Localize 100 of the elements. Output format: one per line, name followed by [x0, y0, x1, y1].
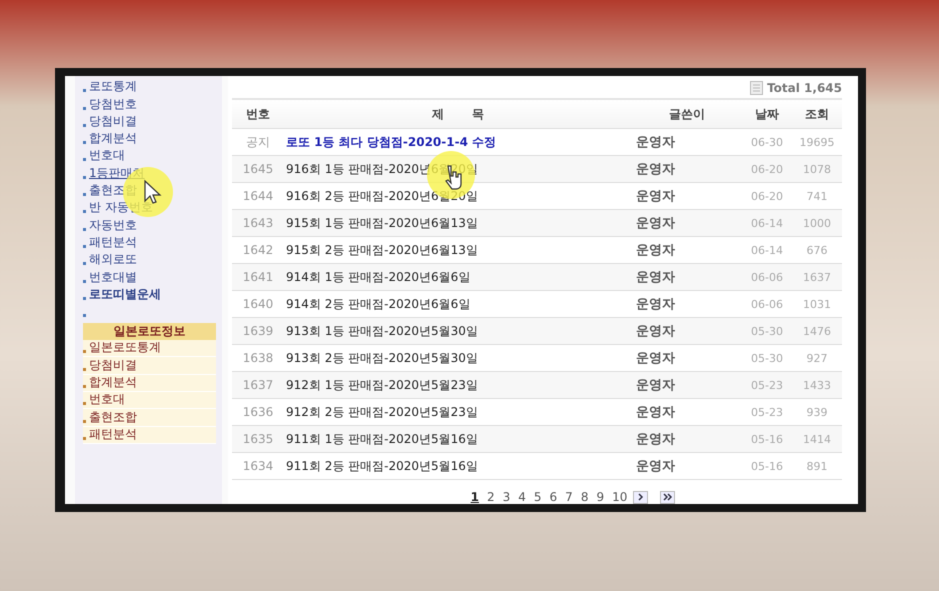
- table-cell-text: 06-20: [750, 162, 784, 176]
- table-cell-text: 05-30: [750, 352, 784, 364]
- page-link[interactable]: 10: [610, 490, 630, 504]
- bullet-icon: [83, 141, 86, 144]
- post-title-link[interactable]: 913회 2등 판매점-2020년5월30일: [284, 350, 632, 366]
- section-header: 일본로또정보: [83, 323, 216, 340]
- table-cell-text: 1637: [802, 270, 832, 284]
- last-page-button[interactable]: [660, 490, 676, 504]
- bullet-icon: [83, 280, 86, 283]
- table-cell-text: 1644: [242, 189, 274, 203]
- table-cell-text: 1639: [242, 324, 274, 338]
- page-link[interactable]: 2: [484, 490, 497, 504]
- table-cell-text: 1636: [242, 405, 274, 419]
- table-cell-text: 1000: [802, 216, 832, 230]
- bullet-icon: [83, 244, 86, 248]
- table-cell-text: 운영자: [635, 215, 676, 232]
- bullet-icon: [83, 368, 86, 371]
- double-chevron-right-icon: [662, 493, 673, 501]
- table-cell-text: 06-20: [750, 190, 784, 202]
- document-icon: [750, 81, 764, 95]
- post-title-link[interactable]: 912회 1등 판매점-2020년5월23일: [284, 376, 632, 394]
- bullet-icon: [83, 314, 86, 318]
- sidebar-link[interactable]: 로또띠별운세: [89, 286, 161, 303]
- sidebar-link[interactable]: 자동번호: [89, 216, 137, 234]
- bullet-icon: [83, 228, 86, 231]
- page-link[interactable]: 5: [532, 490, 544, 504]
- bullet-icon: [83, 193, 86, 196]
- post-title-link[interactable]: 915회 2등 판매점-2020년6월13일: [284, 242, 632, 258]
- table-cell-text: 1642: [242, 243, 274, 257]
- table-cell-text: 운영자: [635, 377, 676, 394]
- table-cell-text: 운영자: [635, 431, 676, 448]
- table-cell-text: 1078: [802, 162, 832, 176]
- table-cell-text: 05-16: [750, 432, 784, 446]
- table-cell-text: 741: [806, 190, 828, 202]
- table-cell-text: 1641: [242, 270, 274, 284]
- sidebar-link[interactable]: 해외로또: [89, 251, 137, 268]
- total-count: Total 1,645: [767, 81, 842, 95]
- column-header: 제 목: [430, 106, 486, 122]
- table-cell-text: 1634: [242, 459, 274, 473]
- table-cell-text: 운영자: [635, 404, 676, 421]
- page-link[interactable]: 1: [468, 490, 481, 504]
- bullet-icon: [83, 350, 86, 354]
- table-cell-text: 19695: [798, 136, 836, 148]
- post-title-link[interactable]: 911회 2등 판매점-2020년5월16일: [284, 458, 632, 474]
- page-link[interactable]: 4: [516, 490, 528, 504]
- column-header: 조회: [804, 106, 830, 122]
- sidebar-link[interactable]: 번호대별: [89, 268, 137, 286]
- table-cell-text: 1414: [802, 432, 832, 446]
- table-cell-text: 06-14: [750, 244, 784, 256]
- post-title-link[interactable]: 914회 2등 판매점-2020년6월6일: [284, 296, 632, 312]
- table-cell-text: 676: [806, 244, 828, 256]
- table-cell-text: 1476: [802, 324, 832, 338]
- column-header: 번호: [245, 106, 271, 122]
- bullet-icon: [83, 210, 86, 214]
- post-title-link[interactable]: 로또 1등 최다 당첨점-2020-1-4 수정: [284, 134, 632, 150]
- page-link[interactable]: 7: [563, 490, 575, 504]
- table-cell-text: 05-23: [750, 378, 784, 392]
- bullet-icon: [83, 436, 86, 440]
- table-cell-text: 운영자: [635, 161, 676, 178]
- post-title-link[interactable]: 915회 1등 판매점-2020년6월13일: [284, 214, 632, 232]
- sidebar-link[interactable]: 로또통계: [89, 78, 137, 96]
- table-cell-text: 06-14: [750, 216, 784, 230]
- post-title-link[interactable]: 914회 1등 판매점-2020년6월6일: [284, 268, 632, 286]
- sidebar-link[interactable]: 패턴분석: [89, 234, 137, 251]
- sidebar-link[interactable]: 당첨번호: [89, 96, 137, 113]
- post-title-link[interactable]: 912회 2등 판매점-2020년5월23일: [284, 404, 632, 420]
- next-page-button[interactable]: [633, 490, 648, 504]
- page-link[interactable]: 6: [548, 490, 560, 504]
- post-title-link[interactable]: 913회 1등 판매점-2020년5월30일: [284, 322, 632, 340]
- bullet-icon: [83, 402, 86, 406]
- table-cell-text: 939: [806, 406, 828, 418]
- bullet-icon: [83, 385, 86, 388]
- page-link[interactable]: 8: [578, 490, 590, 504]
- table-cell-text: 1637: [242, 378, 274, 392]
- table-cell-text: 운영자: [635, 188, 676, 205]
- table-cell-text: 운영자: [635, 269, 676, 286]
- page-link[interactable]: 3: [500, 490, 512, 504]
- table-cell-text: 1638: [242, 351, 274, 365]
- page-link[interactable]: 9: [594, 490, 606, 504]
- table-cell-text: 운영자: [635, 134, 676, 151]
- sidebar-link[interactable]: 합계분석: [89, 130, 137, 148]
- post-title-link[interactable]: 911회 1등 판매점-2020년5월16일: [284, 430, 632, 448]
- sidebar-link[interactable]: 당첨비결: [89, 112, 137, 130]
- table-cell-text: 운영자: [635, 296, 676, 313]
- table-cell-text: 05-16: [750, 460, 784, 472]
- table-cell-text: 05-30: [750, 324, 784, 338]
- chevron-right-icon: [637, 493, 644, 501]
- table-cell-text: 1640: [242, 297, 274, 311]
- table-cell-text: 927: [806, 352, 828, 364]
- bullet-icon: [83, 262, 86, 266]
- sidebar-link[interactable]: 번호대: [89, 147, 125, 164]
- bullet-icon: [83, 420, 86, 423]
- bullet-icon: [83, 106, 86, 110]
- table-cell-text: 1643: [242, 216, 274, 230]
- table-cell-text: 891: [806, 460, 828, 472]
- column-header: 날짜: [754, 106, 780, 122]
- table-cell-text: 공지: [245, 134, 271, 150]
- table-cell-text: 운영자: [635, 458, 676, 475]
- table-cell-text: 1635: [242, 432, 274, 446]
- table-cell-text: 06-06: [750, 298, 784, 310]
